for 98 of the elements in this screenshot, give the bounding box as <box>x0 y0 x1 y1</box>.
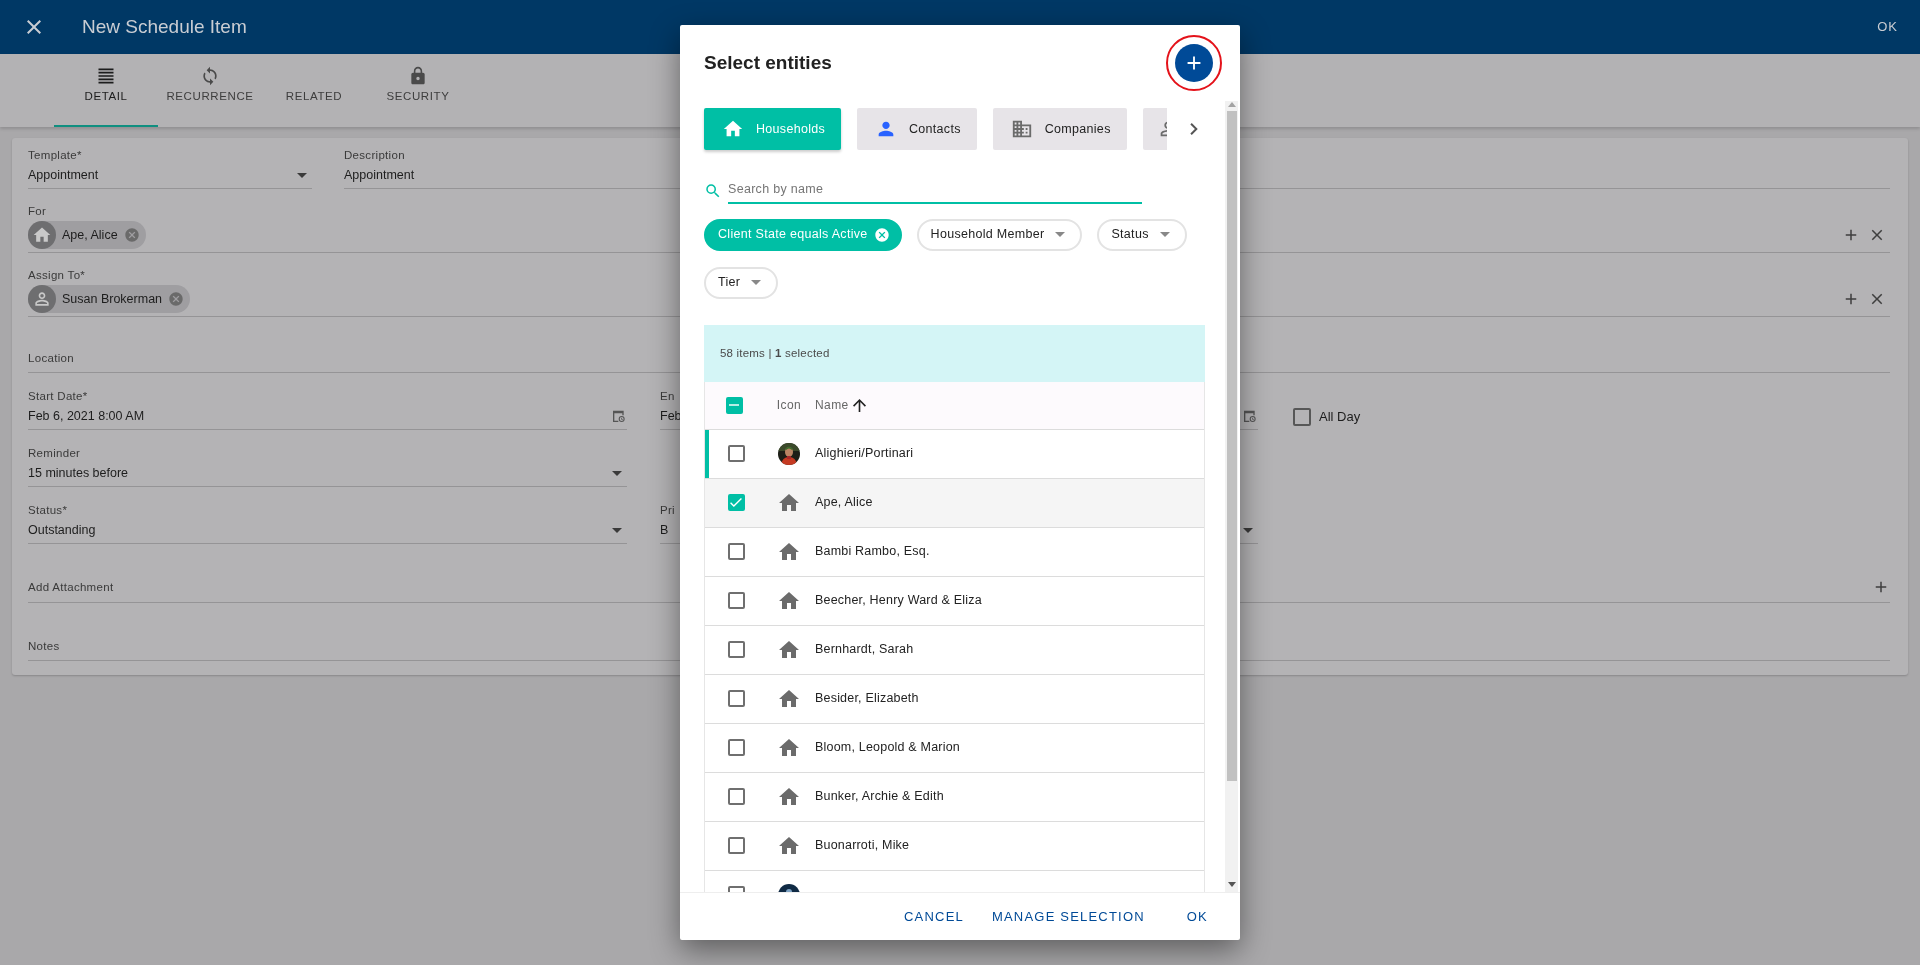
entity-chip[interactable]: Ape, Alice <box>28 221 146 249</box>
table-row[interactable]: Bunker, Archie & Edith <box>705 772 1204 822</box>
select-all-checkbox[interactable] <box>725 396 743 414</box>
field-label: Template* <box>28 148 82 162</box>
dropdown-icon <box>1055 232 1066 238</box>
search-icon <box>704 181 722 200</box>
column-header[interactable]: Icon <box>776 399 802 412</box>
entity-chip[interactable]: Susan Brokerman <box>28 285 191 313</box>
field-value: 15 minutes before <box>28 465 129 482</box>
scrollbar[interactable] <box>1225 101 1238 892</box>
row-checkbox[interactable] <box>727 543 745 561</box>
remove-icon <box>873 226 890 243</box>
template-select[interactable]: Appointment <box>28 162 312 188</box>
dropdown-icon <box>1243 527 1253 533</box>
house-avatar-icon <box>28 221 56 249</box>
dialog-button[interactable]: OK <box>1174 900 1220 933</box>
filter-chip[interactable]: Status <box>1097 218 1187 251</box>
entity-name: Bambi Rambo, Esq. <box>815 543 930 561</box>
field-value: B <box>660 522 669 539</box>
row-checkbox[interactable] <box>727 739 745 757</box>
calendar-clock-icon <box>1242 408 1258 424</box>
table-row[interactable]: Bloom, Leopold & Marion <box>705 723 1204 773</box>
filter-chip[interactable]: Tier <box>704 266 779 299</box>
lock-icon <box>408 65 428 86</box>
calendar-button[interactable] <box>1242 408 1258 424</box>
entity-name: Buonarroti, Mike <box>815 837 910 855</box>
table-row[interactable]: Buonarroti, Mike <box>705 821 1204 871</box>
dropdown-icon <box>612 470 622 476</box>
entity-name: Bunker, Archie & Edith <box>815 788 944 806</box>
row-checkbox[interactable] <box>727 788 745 806</box>
field-label: For <box>28 204 47 218</box>
dropdown-icon <box>297 172 307 178</box>
entity-name: Alighieri/Portinari <box>815 445 914 463</box>
chevron-right-icon <box>1190 123 1198 135</box>
row-checkbox[interactable] <box>727 690 745 708</box>
table-row[interactable]: Bambi Rambo, Esq. <box>705 527 1204 577</box>
row-checkbox[interactable] <box>727 494 745 512</box>
dropdown-icon <box>612 527 622 533</box>
field-label: Description <box>344 148 405 162</box>
entity-name: Bernhardt, Sarah <box>815 641 914 659</box>
row-checkbox[interactable] <box>727 837 745 855</box>
scrollbar-thumb[interactable] <box>1226 111 1237 781</box>
field-value: Appointment <box>28 167 99 184</box>
table-row[interactable]: Beecher, Henry Ward & Eliza <box>705 576 1204 626</box>
dialog-title: Select entities <box>704 51 832 75</box>
field-label: Notes <box>28 639 60 653</box>
scroll-down-icon <box>1227 882 1236 888</box>
entity-name: Besider, Elizabeth <box>815 690 919 708</box>
field-label: En <box>660 389 675 403</box>
field-label: Reminder <box>28 446 81 460</box>
remove-icon <box>123 227 140 243</box>
table-row[interactable]: Besider, Elizabeth <box>705 674 1204 724</box>
field-label: Location <box>28 351 74 365</box>
minus-icon <box>729 404 739 407</box>
field-value: Outstanding <box>28 522 96 539</box>
row-checkbox[interactable] <box>727 641 745 659</box>
field-label: Add Attachment <box>28 580 114 594</box>
tab[interactable]: SECURITY <box>366 54 470 127</box>
dropdown-icon <box>1159 232 1170 238</box>
entity-type-tab[interactable] <box>1142 108 1167 150</box>
field-label: Start Date* <box>28 389 88 403</box>
sync-icon <box>200 65 220 86</box>
entity-type-tab[interactable]: Companies <box>992 108 1127 150</box>
dialog-button[interactable]: CANCEL <box>892 900 976 933</box>
tab[interactable]: DETAIL <box>54 54 158 127</box>
entity-name: Ape, Alice <box>815 494 873 512</box>
person-avatar-icon <box>28 285 56 313</box>
entity-name: Beecher, Henry Ward & Eliza <box>815 592 982 610</box>
row-checkbox[interactable] <box>727 445 745 463</box>
column-header[interactable]: Name <box>815 398 866 412</box>
calendar-clock-icon <box>611 408 627 424</box>
entity-name: Bloom, Leopold & Marion <box>815 739 960 757</box>
filter-chip[interactable]: Household Member <box>916 218 1083 251</box>
checkbox[interactable] <box>1293 407 1311 426</box>
calendar-button[interactable] <box>611 408 627 424</box>
checkbox-label: All Day <box>1319 407 1361 426</box>
row-checkbox[interactable] <box>727 592 745 610</box>
check-icon <box>730 498 742 508</box>
add-button[interactable] <box>1175 44 1213 82</box>
field-label: Pri <box>660 503 675 517</box>
item-count: 58 items | 1 selected <box>720 345 830 361</box>
remove-icon <box>168 291 185 307</box>
tab[interactable]: RELATED <box>262 54 366 127</box>
scroll-up-icon <box>1227 101 1236 107</box>
dialog-button[interactable]: MANAGE SELECTION <box>979 900 1157 933</box>
field-value: Feb 6, 2021 8:00 AM <box>28 408 145 425</box>
entity-type-tab[interactable]: Contacts <box>857 108 977 150</box>
window-title: New Schedule Item <box>82 15 247 39</box>
tab[interactable]: RECURRENCE <box>158 54 262 127</box>
building-icon <box>1010 118 1033 140</box>
table-row[interactable]: Bernhardt, Sarah <box>705 625 1204 675</box>
table-row[interactable]: Alighieri/Portinari <box>705 429 1204 479</box>
field-label: Status* <box>28 503 68 517</box>
field-label: Assign To* <box>28 268 86 282</box>
reminder-select[interactable]: 15 minutes before <box>28 460 627 486</box>
dropdown-icon <box>751 280 762 286</box>
table-row[interactable]: Ape, Alice <box>705 478 1204 528</box>
ok-button[interactable]: OK <box>1877 17 1898 37</box>
